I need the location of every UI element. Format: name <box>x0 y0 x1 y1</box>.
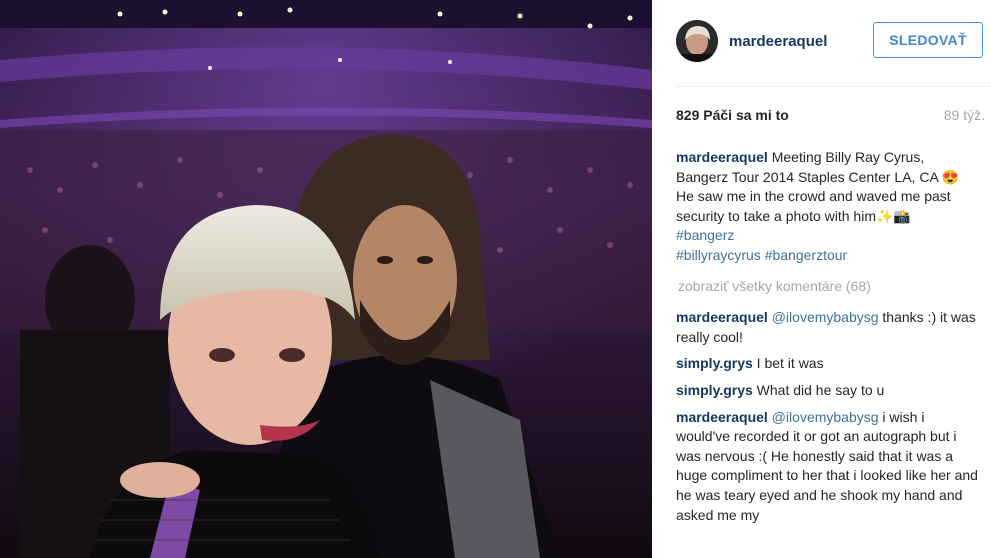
likes-count[interactable]: 829 Páči sa mi to <box>676 107 789 123</box>
comment-username[interactable]: mardeeraquel <box>676 409 768 425</box>
post-side-panel: mardeeraquel SLEDOVAŤ 829 Páči sa mi to … <box>652 0 991 558</box>
comment-item: mardeeraquel @ilovemybabysg thanks :) it… <box>676 308 979 347</box>
comment-text: i wish i would've recorded it or got an … <box>676 408 978 523</box>
author-username[interactable]: mardeeraquel <box>729 33 827 50</box>
avatar[interactable] <box>676 20 718 62</box>
header-divider <box>676 86 991 87</box>
comment-text: What did he say to u <box>752 381 885 398</box>
caption-username[interactable]: mardeeraquel <box>676 149 768 165</box>
hashtag-bangerztour[interactable]: #bangerztour <box>765 247 848 263</box>
post-age[interactable]: 89 týž. <box>944 107 987 123</box>
view-all-comments-link[interactable]: zobraziť všetky komentáre (68) <box>676 274 979 300</box>
instagram-post: mardeeraquel SLEDOVAŤ 829 Páči sa mi to … <box>0 0 991 558</box>
comment-username[interactable]: mardeeraquel <box>676 309 768 325</box>
comment-item: simply.grys What did he say to u <box>676 381 979 401</box>
caption-text-line2: He saw me in the crowd and waved me past… <box>676 188 951 224</box>
post-stats: 829 Páči sa mi to 89 týž. <box>676 106 987 124</box>
comment-mention[interactable]: @ilovemybabysg <box>772 409 879 425</box>
comment-username[interactable]: simply.grys <box>676 382 753 398</box>
hashtag-billyraycyrus[interactable]: #billyraycyrus <box>676 247 761 263</box>
hashtag-bangerz[interactable]: #bangerz <box>676 227 734 243</box>
comment-item: simply.grys I bet it was <box>676 354 979 374</box>
comments-section: mardeeraquel Meeting Billy Ray Cyrus, Ba… <box>676 148 979 532</box>
comment-mention[interactable]: @ilovemybabysg <box>772 309 879 325</box>
post-photo[interactable] <box>0 0 652 558</box>
comment-username[interactable]: simply.grys <box>676 355 753 371</box>
concert-selfie-image <box>0 0 652 558</box>
post-caption: mardeeraquel Meeting Billy Ray Cyrus, Ba… <box>676 148 979 266</box>
avatar-image <box>676 20 718 62</box>
follow-button[interactable]: SLEDOVAŤ <box>873 22 983 58</box>
comment-text: I bet it was <box>752 355 824 372</box>
post-header: mardeeraquel SLEDOVAŤ <box>676 18 987 64</box>
comment-item: mardeeraquel @ilovemybabysg i wish i wou… <box>676 408 979 526</box>
